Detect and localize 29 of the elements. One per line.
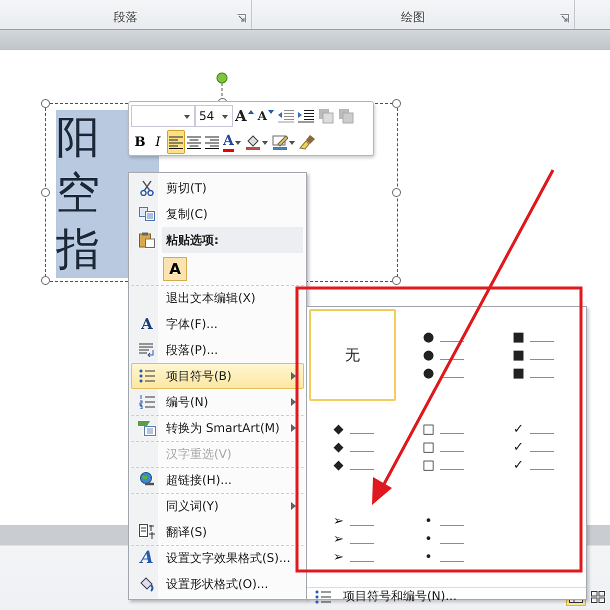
bullet-symbol: ✓ <box>512 458 525 472</box>
bullet-symbol: ■ <box>512 348 526 362</box>
bullet-symbol: ◆ <box>332 440 344 454</box>
bullet-symbol: ✓ <box>512 422 525 436</box>
menu-section-header: 粘贴选项: <box>164 232 219 248</box>
bullet-symbol: ● <box>422 348 436 362</box>
menu-item-label: 项目符号和编号(N)... <box>343 588 457 605</box>
bullet-symbol: ● <box>422 366 436 380</box>
bullet-symbol: ➢ <box>332 532 345 546</box>
bullet-symbol: • <box>424 514 434 528</box>
bullet-symbol: ➢ <box>332 550 345 564</box>
text-effect-icon: A <box>140 548 154 568</box>
font-icon: A <box>141 315 153 333</box>
bullet-symbol: ✓ <box>512 440 525 454</box>
bullet-symbol: □ <box>422 458 436 472</box>
bullet-symbol: ■ <box>512 330 526 344</box>
ribbon-group-label: 段落 <box>114 9 138 26</box>
none-option-label: 无 <box>345 346 360 364</box>
bullet-symbol: ◆ <box>332 422 344 436</box>
menu-item-disabled: 汉字重选(V) <box>165 446 232 462</box>
bullet-symbol: ➢ <box>332 514 345 528</box>
ribbon-group-label: 绘图 <box>401 9 425 26</box>
bullet-symbol: ● <box>422 330 436 344</box>
bullet-symbol: ■ <box>512 366 526 380</box>
bullet-symbol: □ <box>422 422 436 436</box>
bullet-symbol: • <box>424 550 434 564</box>
bullet-symbol: □ <box>422 440 436 454</box>
bullet-symbol: ◆ <box>332 458 344 472</box>
bullet-symbol: • <box>424 532 434 546</box>
